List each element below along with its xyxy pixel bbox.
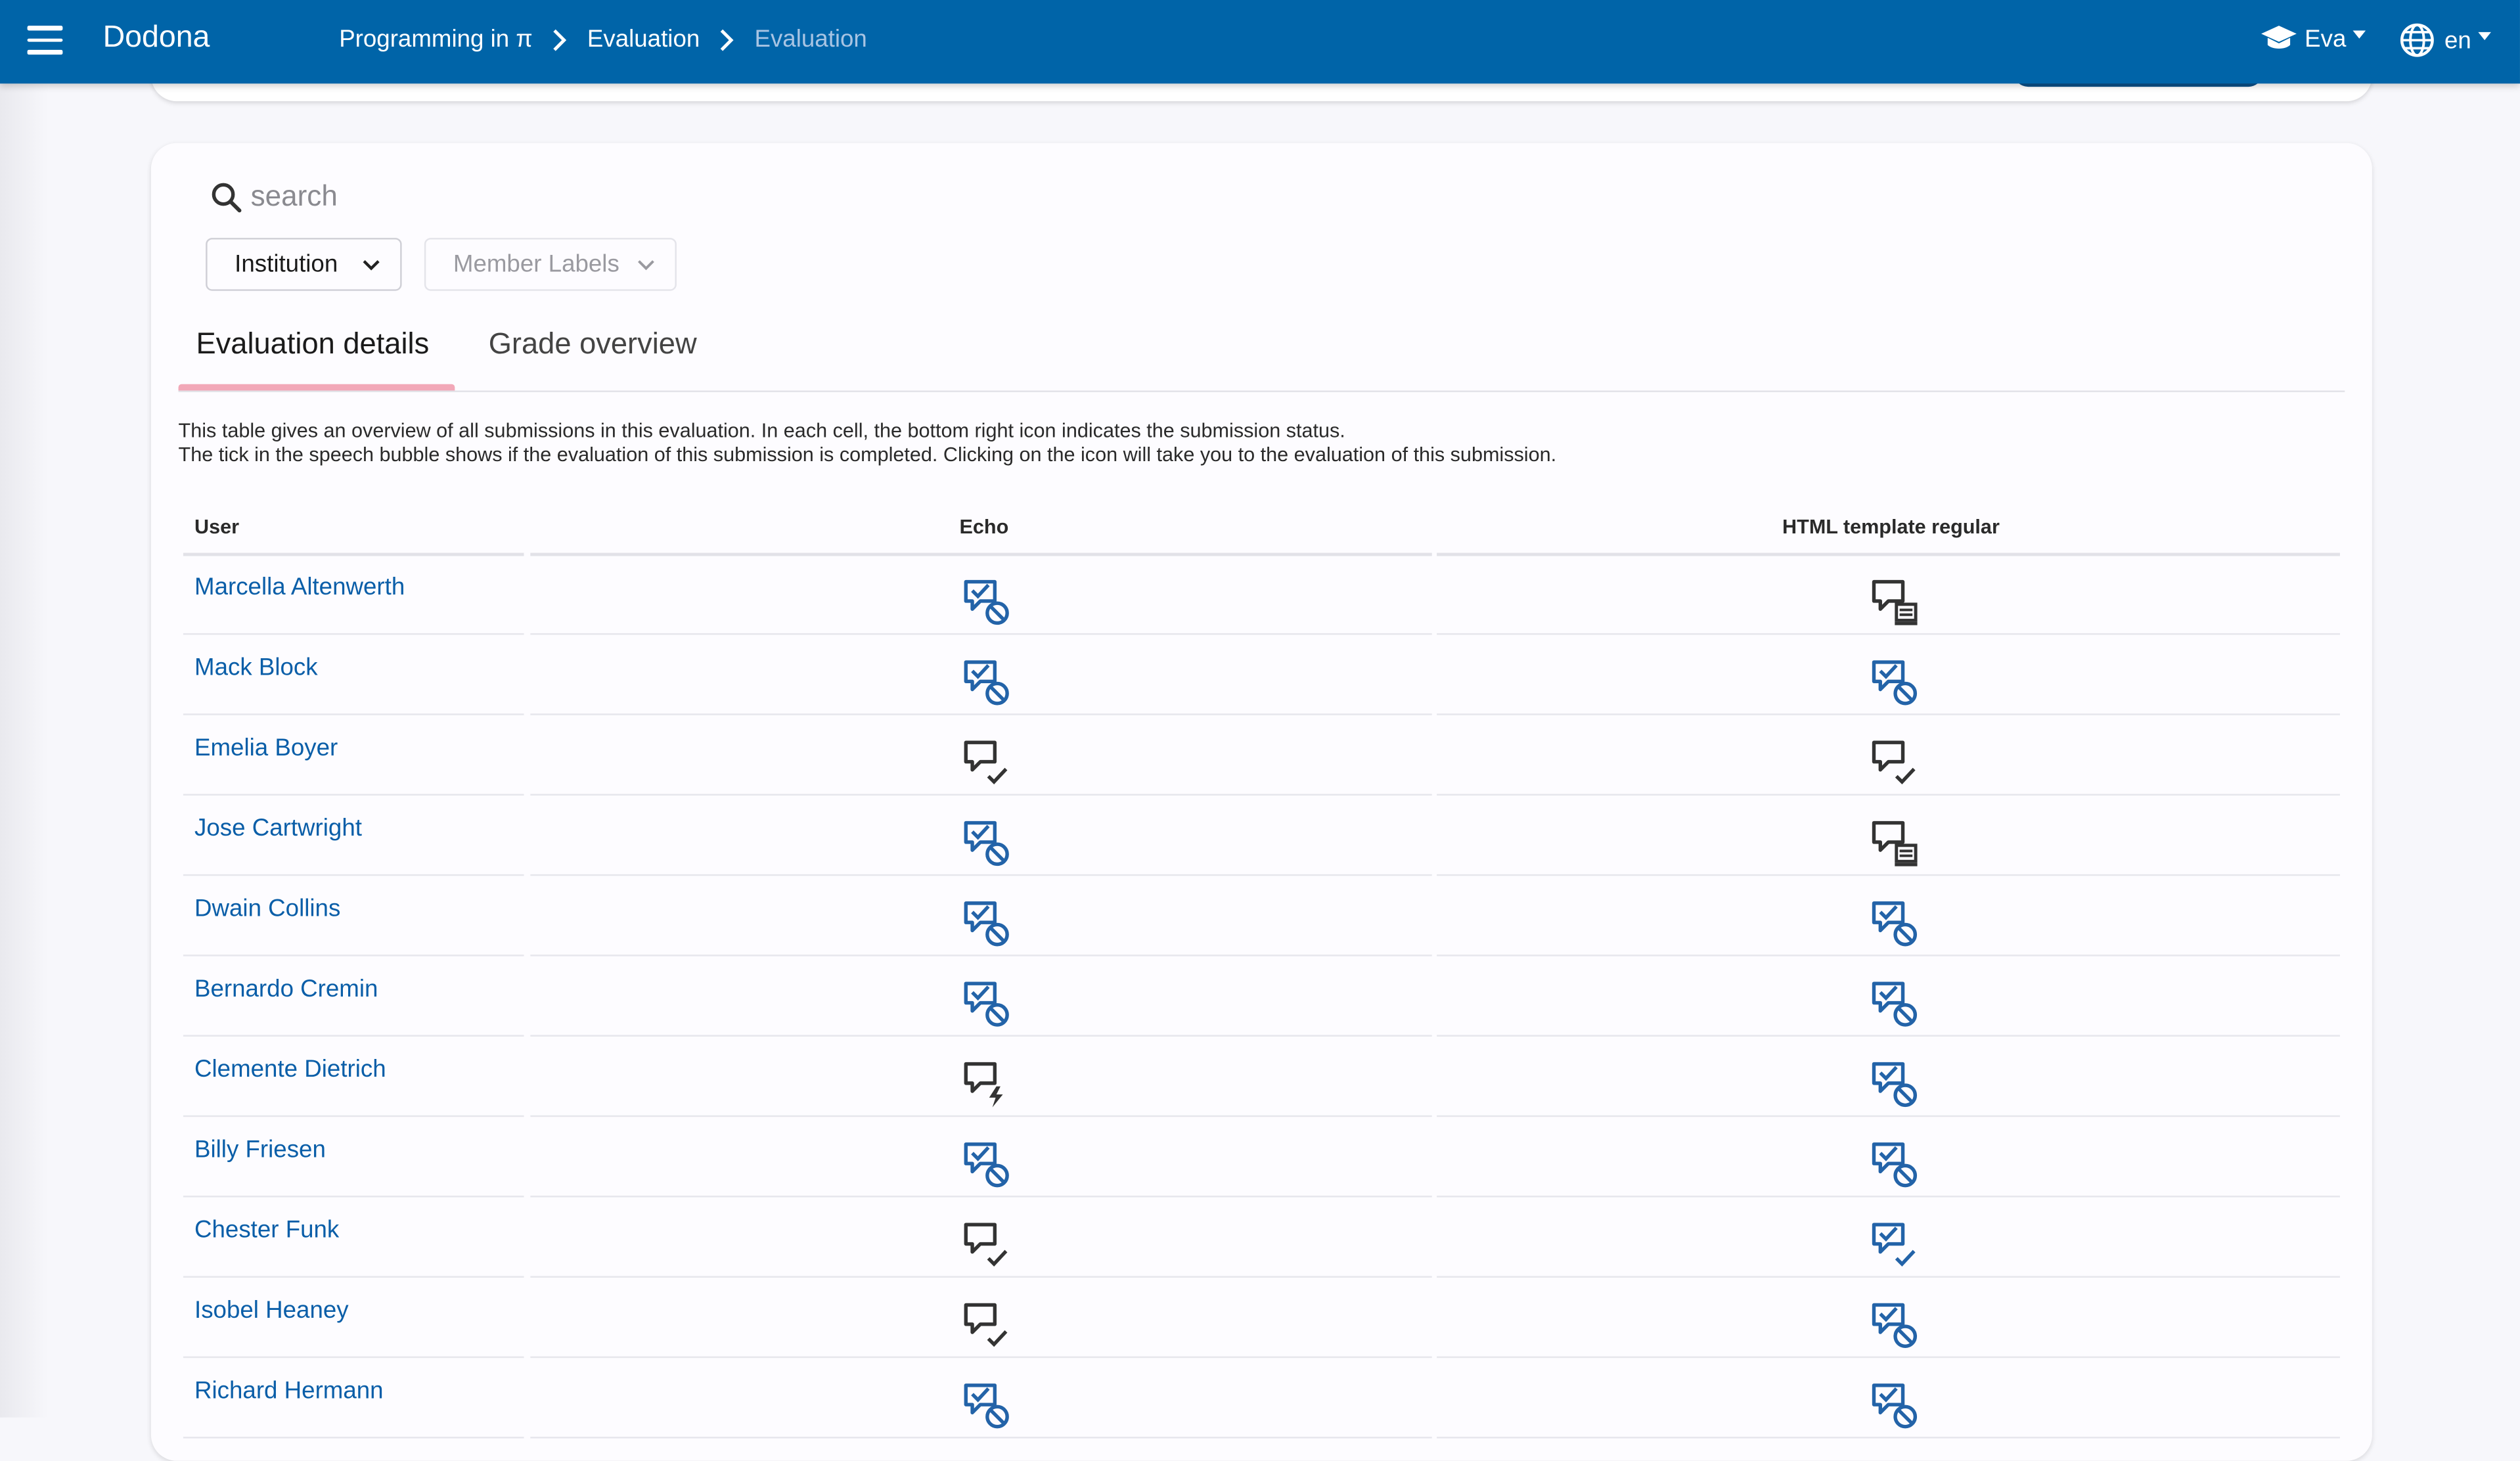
table-row: Isobel Heaney: [183, 1278, 2340, 1359]
description-line-1: This table gives an overview of all subm…: [178, 419, 1345, 442]
echo-submission-status-icon[interactable]: [961, 899, 1012, 950]
user-link[interactable]: Mack Block: [194, 654, 318, 682]
row-divider: [530, 1437, 1432, 1439]
member-labels-filter-dropdown[interactable]: Member Labels: [424, 238, 677, 291]
member-labels-filter-label: Member Labels: [453, 250, 619, 279]
html-template-submission-status-icon[interactable]: [1869, 738, 1920, 789]
tab-bar: Evaluation details Grade overview: [178, 310, 2345, 392]
html-template-submission-status-icon[interactable]: [1869, 1059, 1920, 1110]
table-row: Mack Block: [183, 635, 2340, 715]
html-template-submission-status-icon[interactable]: [1869, 1220, 1920, 1271]
echo-submission-status-icon[interactable]: [961, 1139, 1012, 1190]
table-row: Dwain Collins: [183, 876, 2340, 956]
user-link[interactable]: Isobel Heaney: [194, 1297, 349, 1324]
echo-submission-status-icon[interactable]: [961, 1300, 1012, 1351]
row-divider: [1437, 1437, 2340, 1439]
chevron-right-icon: [721, 28, 734, 51]
submissions-table: User Echo HTML template regular Marcella…: [183, 500, 2340, 1439]
search-input[interactable]: [250, 179, 733, 214]
institution-filter-label: Institution: [235, 250, 338, 279]
brand-logo-text[interactable]: Dodona: [103, 21, 210, 56]
user-link[interactable]: Richard Hermann: [194, 1378, 384, 1405]
echo-submission-status-icon[interactable]: [961, 1059, 1012, 1110]
table-row: Billy Friesen: [183, 1117, 2340, 1198]
echo-submission-status-icon[interactable]: [961, 1220, 1012, 1271]
table-header: User Echo HTML template regular: [183, 500, 2340, 556]
caret-down-icon: [2352, 30, 2366, 38]
search-icon: [212, 183, 242, 213]
user-link[interactable]: Marcella Altenwerth: [194, 573, 405, 601]
user-link[interactable]: Dwain Collins: [194, 895, 340, 923]
html-template-submission-status-icon[interactable]: [1869, 1300, 1920, 1351]
row-divider: [183, 1437, 524, 1439]
echo-submission-status-icon[interactable]: [961, 658, 1012, 709]
breadcrumb-evaluation[interactable]: Evaluation: [587, 26, 700, 53]
breadcrumb-course[interactable]: Programming in π: [339, 26, 533, 53]
chevron-down-icon: [363, 259, 380, 270]
user-menu[interactable]: Eva: [2260, 22, 2366, 55]
search-bar: [209, 179, 733, 214]
html-template-submission-status-icon[interactable]: [1869, 577, 1920, 628]
html-template-submission-status-icon[interactable]: [1869, 1380, 1920, 1431]
html-template-submission-status-icon[interactable]: [1869, 658, 1920, 709]
table-row: Richard Hermann: [183, 1358, 2340, 1439]
echo-submission-status-icon[interactable]: [961, 1380, 1012, 1431]
echo-submission-status-icon[interactable]: [961, 738, 1012, 789]
active-tab-indicator: [178, 384, 455, 391]
evaluation-card: Institution Member Labels Evaluation det…: [150, 143, 2372, 1461]
user-link[interactable]: Jose Cartwright: [194, 815, 362, 842]
html-template-submission-status-icon[interactable]: [1869, 899, 1920, 950]
html-template-submission-status-icon[interactable]: [1869, 979, 1920, 1030]
table-row: Chester Funk: [183, 1198, 2340, 1278]
institution-filter-dropdown[interactable]: Institution: [206, 238, 402, 291]
user-link[interactable]: Clemente Dietrich: [194, 1056, 386, 1083]
table-row: Emelia Boyer: [183, 715, 2340, 796]
table-row: Clemente Dietrich: [183, 1037, 2340, 1117]
user-link[interactable]: Emelia Boyer: [194, 734, 338, 762]
echo-submission-status-icon[interactable]: [961, 818, 1012, 869]
table-body: Marcella Altenwerth Mack Block Emelia Boye…: [183, 554, 2340, 1439]
hamburger-menu-icon[interactable]: [27, 26, 63, 58]
table-row: Bernardo Cremin: [183, 956, 2340, 1037]
chevron-right-icon: [554, 28, 568, 51]
chevron-down-icon: [638, 259, 654, 270]
table-description: This table gives an overview of all subm…: [179, 420, 1557, 468]
breadcrumb-current: Evaluation: [754, 26, 867, 53]
header-html-template: HTML template regular: [1782, 516, 2000, 539]
html-template-submission-status-icon[interactable]: [1869, 1139, 1920, 1190]
echo-submission-status-icon[interactable]: [961, 577, 1012, 628]
globe-icon: [2400, 23, 2434, 57]
user-link[interactable]: Billy Friesen: [194, 1136, 326, 1164]
description-line-2: The tick in the speech bubble shows if t…: [178, 443, 1557, 466]
html-template-submission-status-icon[interactable]: [1869, 818, 1920, 869]
tab-grade-overview[interactable]: Grade overview: [489, 326, 697, 362]
language-menu[interactable]: en: [2399, 22, 2491, 58]
breadcrumb: Programming in π Evaluation Evaluation: [339, 26, 867, 53]
top-navbar: Dodona Programming in π Evaluation Evalu…: [0, 0, 2520, 84]
table-row: Marcella Altenwerth: [183, 554, 2340, 635]
user-link[interactable]: Bernardo Cremin: [194, 976, 378, 1003]
user-link[interactable]: Chester Funk: [194, 1217, 339, 1244]
header-user: User: [194, 516, 240, 539]
table-row: Jose Cartwright: [183, 796, 2340, 876]
tab-evaluation-details[interactable]: Evaluation details: [196, 326, 429, 362]
user-name: Eva: [2305, 24, 2347, 53]
language-code: en: [2444, 26, 2471, 54]
graduation-cap-icon: [2261, 26, 2297, 49]
page-left-shade: [0, 83, 49, 1418]
header-echo: Echo: [959, 516, 1009, 539]
echo-submission-status-icon[interactable]: [961, 979, 1012, 1030]
caret-down-icon: [2477, 31, 2491, 39]
